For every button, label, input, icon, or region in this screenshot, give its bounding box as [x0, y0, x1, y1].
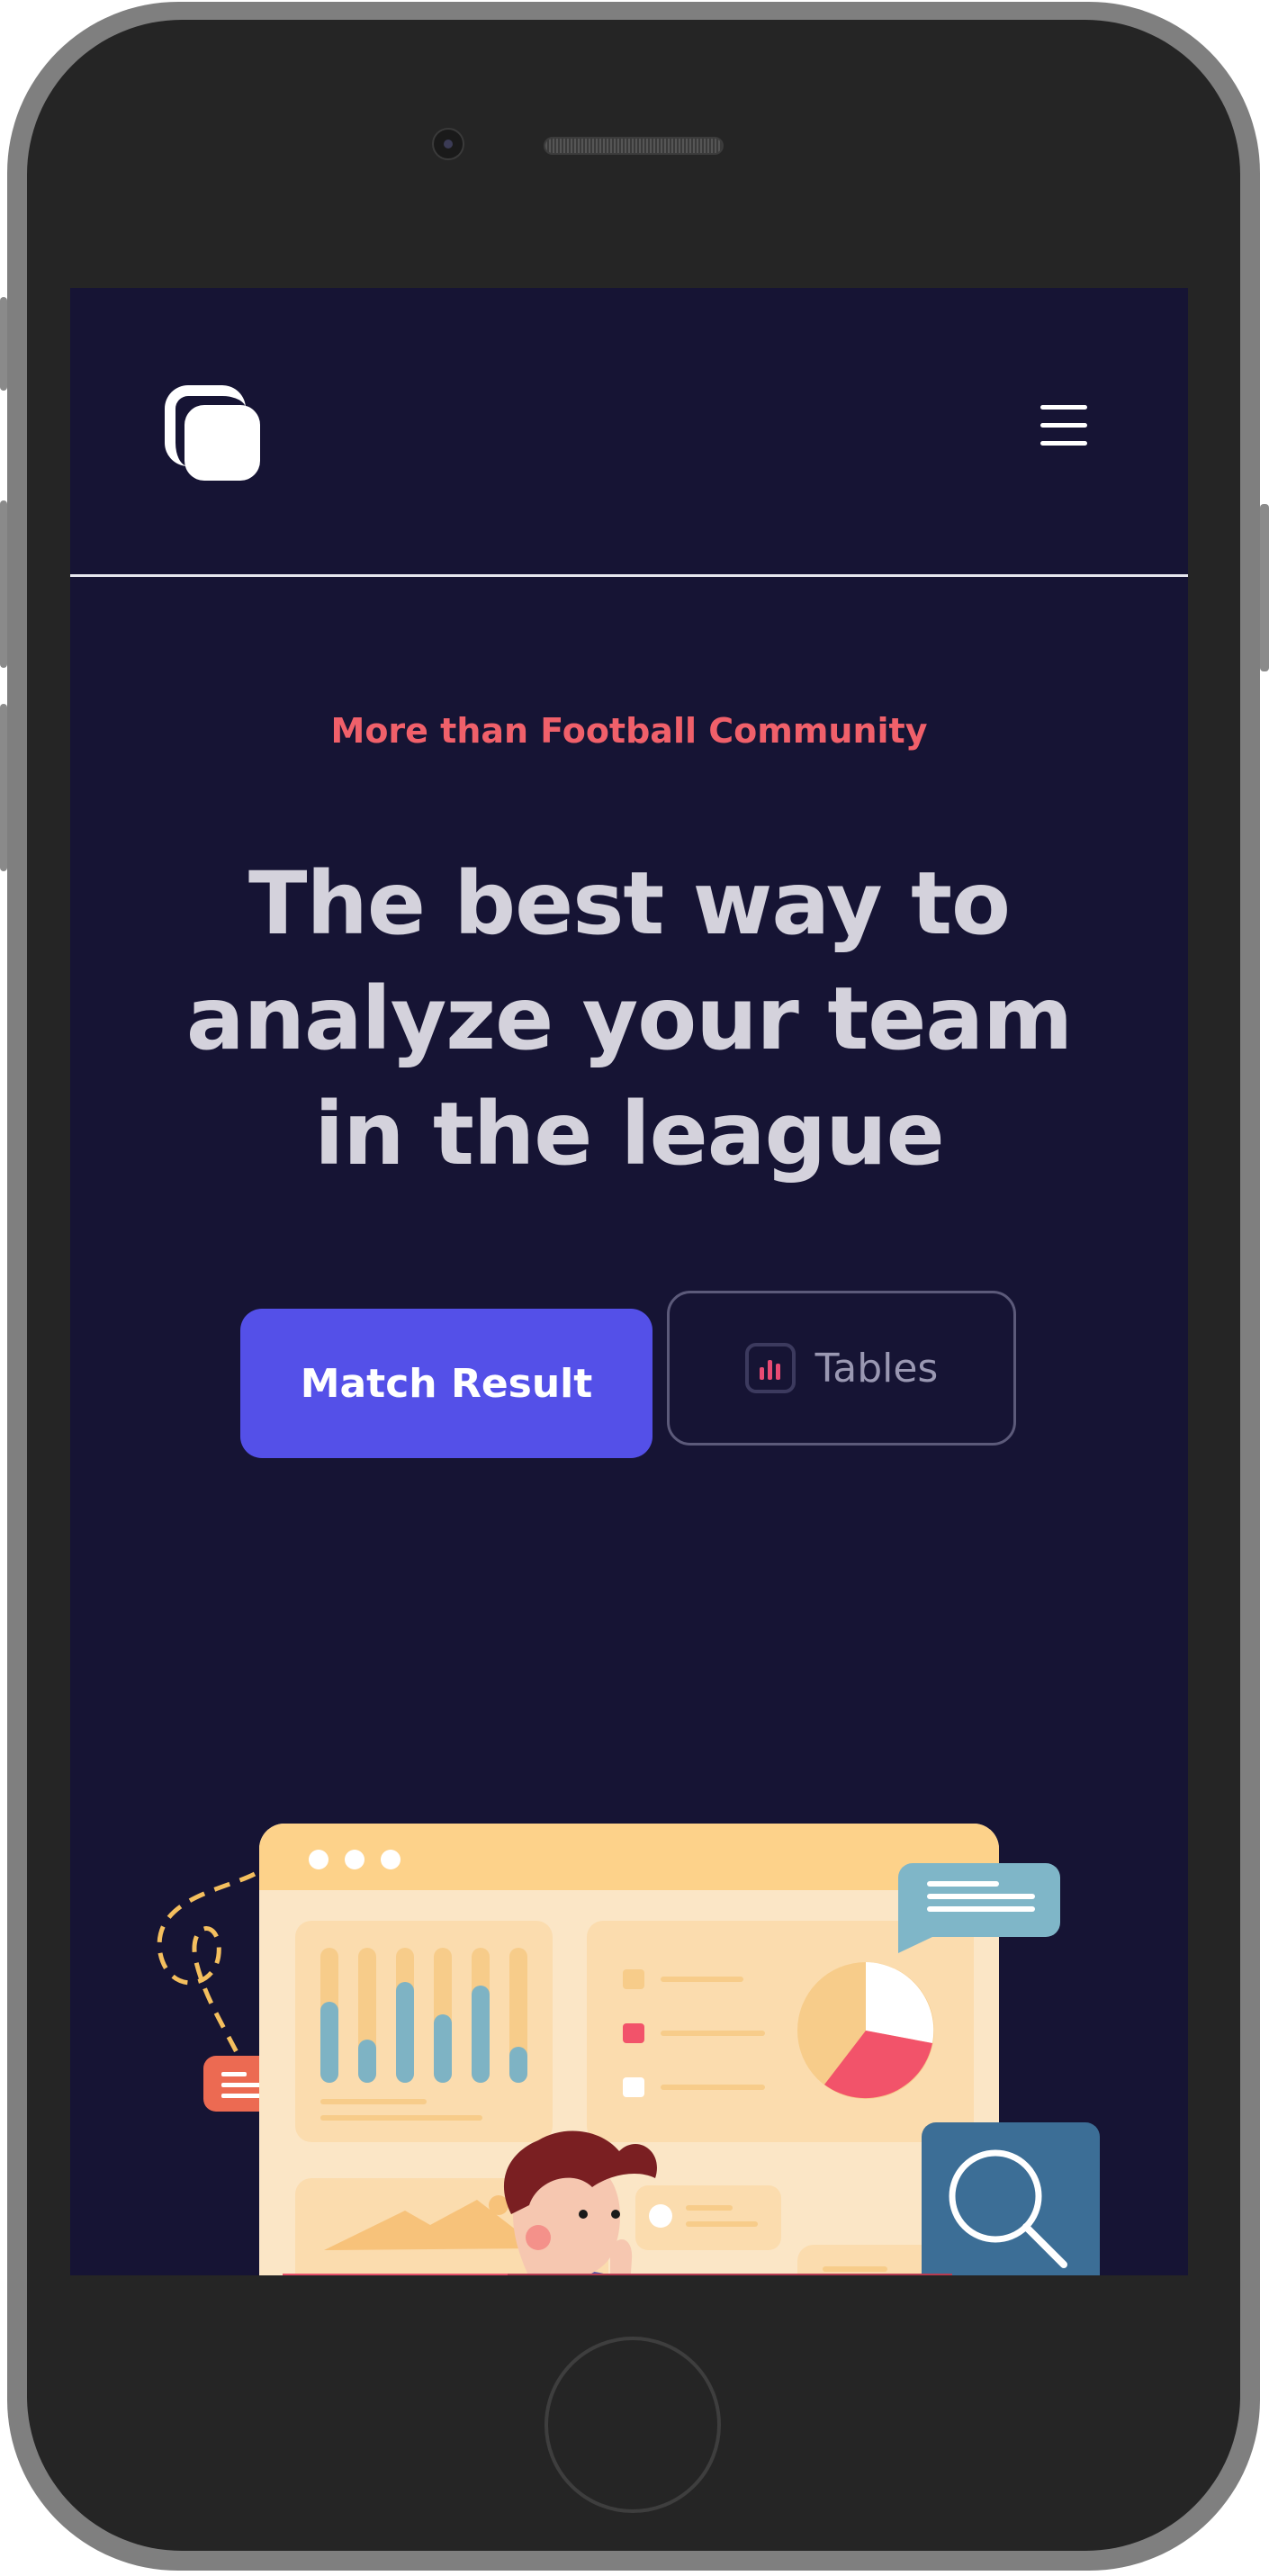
- search-icon: [922, 2122, 1100, 2275]
- tables-button[interactable]: Tables: [667, 1291, 1016, 1446]
- hero-eyebrow: More than Football Community: [330, 711, 928, 751]
- volume-up-button: [0, 500, 7, 668]
- tables-button-label: Tables: [814, 1345, 939, 1392]
- power-button: [1260, 504, 1269, 671]
- volume-down-button: [0, 704, 7, 871]
- match-result-button[interactable]: Match Result: [240, 1309, 652, 1458]
- front-camera: [432, 128, 464, 160]
- header-divider: [70, 574, 1188, 577]
- stacked-square-logo-icon[interactable]: [165, 385, 260, 481]
- home-button[interactable]: [544, 2337, 721, 2513]
- mute-switch: [0, 297, 7, 391]
- screen: More than Football Community The best wa…: [70, 288, 1188, 2275]
- hamburger-menu-icon[interactable]: [1039, 405, 1089, 446]
- hero-illustration: [157, 1824, 1100, 2275]
- bar-chart-icon: [744, 1343, 796, 1393]
- hero-headline: The best way to analyze your team in the…: [185, 853, 1073, 1184]
- dashboard-window: [259, 1824, 999, 2275]
- dashed-path: [157, 1871, 256, 2063]
- earpiece-speaker: [544, 137, 724, 155]
